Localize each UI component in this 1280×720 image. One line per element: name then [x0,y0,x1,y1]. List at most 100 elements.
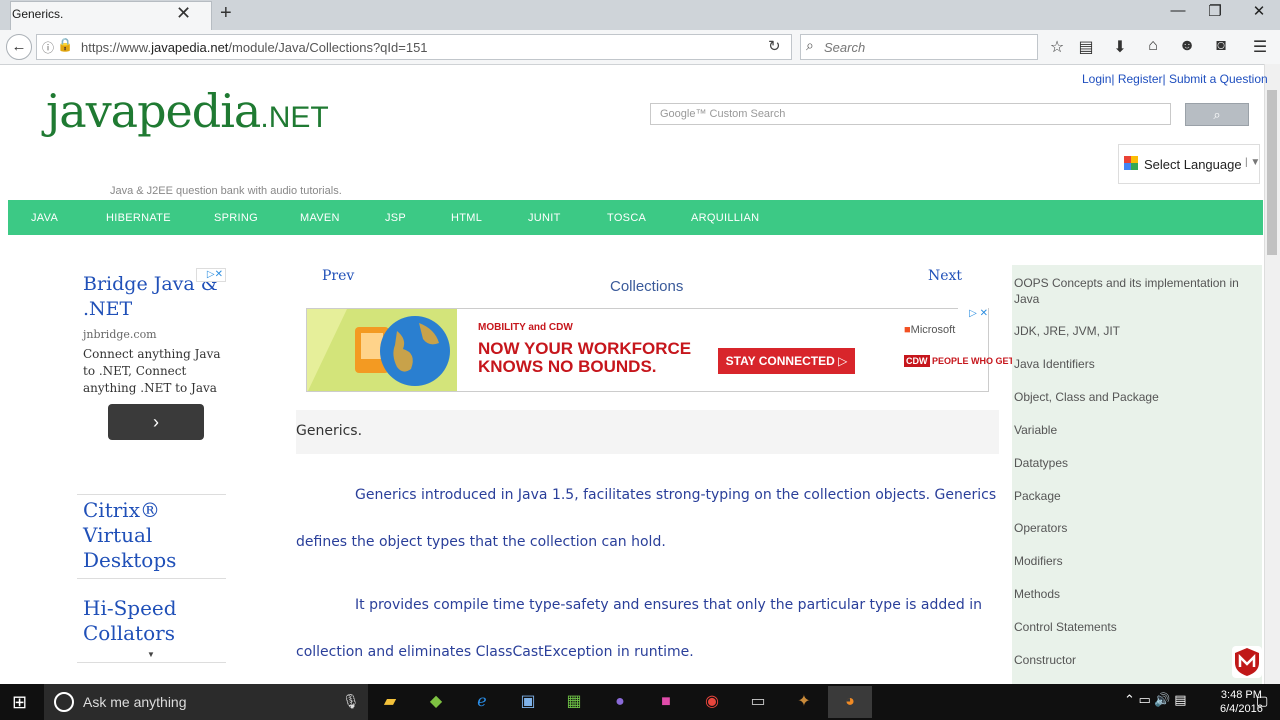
prev-link[interactable]: Prev [322,268,354,284]
menu-item-maven[interactable]: MAVEN [300,212,340,224]
google-translate-icon [1124,156,1138,170]
terminal-icon[interactable]: ▭ [736,686,780,718]
menu-item-tosca[interactable]: TOSCA [607,212,646,224]
store-icon[interactable]: ◆ [414,686,458,718]
minimize-button[interactable]: — [1158,2,1198,19]
search-icon: ⌕ [806,37,814,53]
tab-close-icon[interactable]: ✕ [176,3,191,24]
system-tray-icons[interactable]: ⌃ ▭ 🔊 ▤ [1124,692,1186,708]
sidebar-item-modifiers[interactable]: Modifiers [1014,553,1250,569]
sidebar-item-package[interactable]: Package [1014,488,1250,504]
url-prefix: https://www. [81,40,152,55]
menu-item-html[interactable]: HTML [451,212,482,224]
eclipse-icon[interactable]: ● [598,686,642,718]
ad-link-collators[interactable]: Hi-Speed Collators [83,596,223,646]
sidebar-item-variable[interactable]: Variable [1014,422,1250,438]
microsoft-logo: ■Microsoft [904,324,956,336]
new-tab-button[interactable]: + [220,2,232,25]
notepad-icon[interactable]: ▦ [552,686,596,718]
next-link[interactable]: Next [928,268,962,284]
logo-suffix: .NET [260,101,329,134]
pocket-icon[interactable]: ◙ [1209,37,1233,55]
chrome-icon[interactable]: ◉ [690,686,734,718]
sidebar-item-control-statements[interactable]: Control Statements [1014,619,1250,635]
language-label: Select Language [1144,157,1242,172]
ad-divider [77,494,226,495]
logo-main: javapedia [46,84,261,138]
menu-item-hibernate[interactable]: HIBERNATE [106,212,171,224]
account-links[interactable]: Login| Register| Submit a Question [1082,72,1268,86]
answer-paragraph: Generics introduced in Java 1.5, facilit… [296,487,997,550]
site-tagline: Java & J2EE question bank with audio tut… [110,185,342,197]
lock-icon[interactable]: 🔒 [57,37,73,53]
search-placeholder: Search [824,40,866,55]
download-icon[interactable]: ⬇ [1108,37,1132,57]
sidebar-item-datatypes[interactable]: Datatypes [1014,455,1250,471]
cdw-logo: CDW PEOPLE WHO GET IT [904,355,1025,367]
info-icon[interactable]: ⓘ [42,39,54,56]
ad-body: Connect anything Java to .NET, Connect a… [83,347,221,395]
back-button[interactable]: ← [6,34,32,60]
chevron-down-icon[interactable]: ▼ [147,650,155,659]
notifications-icon[interactable]: ▢ [1256,693,1268,709]
question-title: Generics. [296,423,363,439]
app-m-icon[interactable]: ■ [644,686,688,718]
site-logo[interactable]: javapedia.NET [46,84,329,138]
star-icon[interactable]: ☆ [1045,37,1069,57]
menu-item-jsp[interactable]: JSP [385,212,406,224]
search-icon: ⌕ [1213,107,1221,122]
google-search-brand: Google™ Custom Search [660,108,786,120]
answer-paragraph: It provides compile time type-safety and… [296,597,982,660]
file-explorer-icon[interactable]: ▰ [368,686,412,718]
ad-domain[interactable]: jnbridge.com [83,328,157,341]
google-search-button[interactable]: ⌕ [1185,103,1249,126]
mcafee-shield-icon [1235,648,1259,676]
banner-brand: MOBILITY and CDW [478,322,573,333]
menu-item-junit[interactable]: JUNIT [528,212,561,224]
reload-icon[interactable]: ↻ [768,37,781,55]
sidebar-item-identifiers[interactable]: Java Identifiers [1014,356,1250,372]
dropdown-arrow-icon: | ▼ [1245,157,1261,168]
question-header [296,410,999,454]
banner-cdw-label: PEOPLE WHO GET IT [932,356,1025,366]
url-path: /module/Java/Collections?qId=151 [228,40,428,55]
adchoices-icon[interactable]: ▷✕ [196,268,226,282]
sidebar-item-methods[interactable]: Methods [1014,586,1250,602]
ad-open-button[interactable]: › [108,404,204,440]
banner-headline: NOW YOUR WORKFORCE KNOWS NO BOUNDS. [478,339,692,376]
ad-divider [77,662,226,663]
sidebar-item-operators[interactable]: Operators [1014,520,1250,536]
mcafee-icon[interactable] [1232,646,1262,678]
home-icon[interactable]: ⌂ [1141,37,1165,55]
menu-item-spring[interactable]: SPRING [214,212,258,224]
banner-ms-label: Microsoft [910,324,956,336]
menu-item-arquillian[interactable]: ARQUILLIAN [691,212,759,224]
sidebar-item-jdk[interactable]: JDK, JRE, JVM, JIT [1014,323,1250,339]
banner-cta-button[interactable]: STAY CONNECTED ▷ [718,348,855,374]
url-text[interactable]: https://www.javapedia.net/module/Java/Co… [81,40,428,55]
cortana-placeholder: Ask me anything [83,694,187,710]
sidebar-item-object-class[interactable]: Object, Class and Package [1014,389,1250,405]
page-scrollbar-thumb[interactable] [1267,90,1277,255]
ad-divider [77,578,226,579]
back-arrow-icon: ← [11,38,27,55]
windows-start-icon[interactable]: ⊞ [12,692,27,713]
ad-link-citrix[interactable]: Citrix® Virtual Desktops [83,498,223,573]
close-window-button[interactable]: ✕ [1239,2,1279,20]
adchoices-icon[interactable]: ▷ ✕ [958,308,988,322]
chat-icon[interactable]: ☻ [1175,37,1199,55]
edge-icon[interactable]: ℯ [460,686,504,718]
microphone-icon[interactable]: 🎙 [342,693,360,710]
remote-desktop-icon[interactable]: ▣ [506,686,550,718]
section-title: Collections [610,278,684,295]
reading-list-icon[interactable]: ▤ [1074,37,1098,57]
menu-icon[interactable]: ☰ [1248,37,1272,57]
firefox-icon[interactable]: ◕ [828,686,872,718]
menu-item-java[interactable]: JAVA [31,212,58,224]
sidebar-item-constructor[interactable]: Constructor [1014,652,1250,668]
game-icon[interactable]: ✦ [782,686,826,718]
tab-title: Generics. [12,7,64,21]
cortana-icon [54,692,74,712]
sidebar-item-oops[interactable]: OOPS Concepts and its implementation in … [1014,275,1250,307]
restore-button[interactable]: ❐ [1195,2,1235,20]
